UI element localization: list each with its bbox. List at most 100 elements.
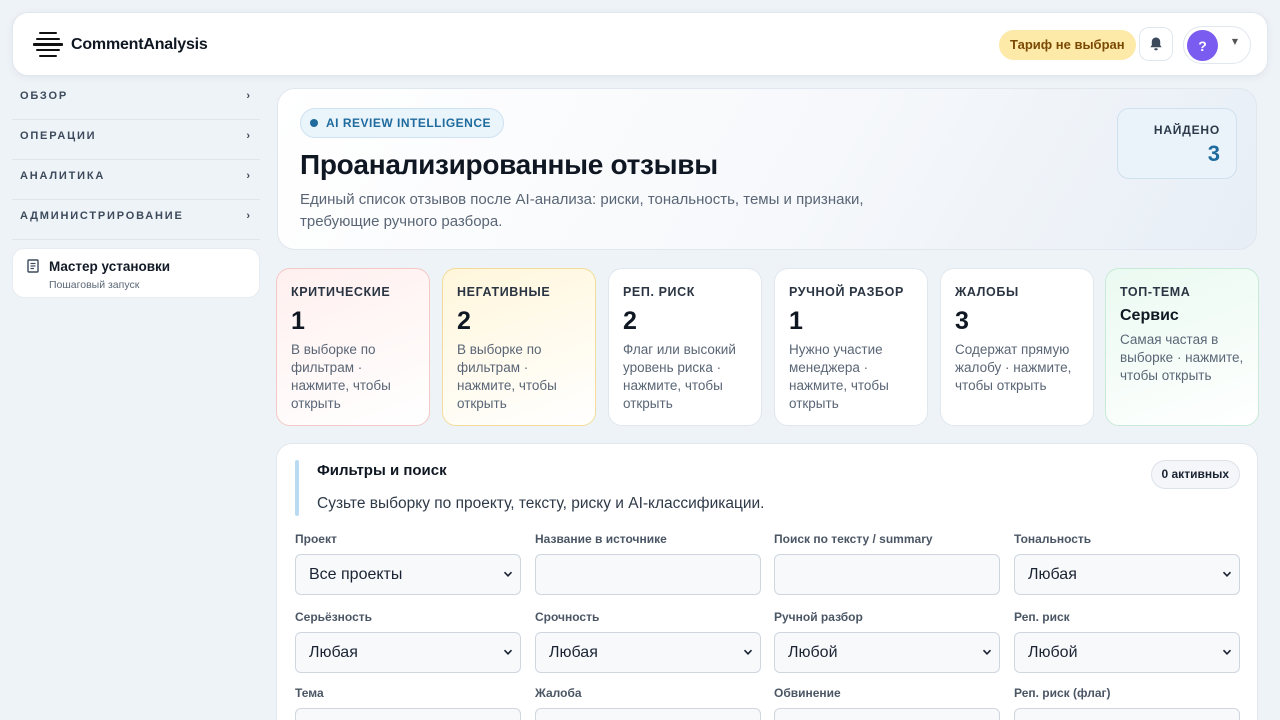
stat-card-label: РЕП. РИСК [623, 285, 695, 299]
complaint-filter: Жалоба [535, 686, 761, 720]
text-search-filter: Поиск по тексту / summary [774, 532, 1000, 595]
select-value: Любая [309, 644, 358, 661]
wizard-subtitle: Пошаговый запуск [49, 279, 140, 291]
field-label: Жалоба [535, 686, 582, 700]
select-value: Любой [788, 644, 838, 661]
stat-card-description: Нужно участие менеджера · нажмите, чтобы… [789, 342, 889, 411]
stat-card-top-theme[interactable]: ТОП-ТЕМА Сервис Самая частая в выборке ·… [1105, 268, 1259, 426]
accusation-filter: Обвинение [774, 686, 1000, 720]
select-value: Любая [1028, 566, 1077, 583]
stat-card-value: 2 [623, 307, 637, 335]
rep-risk-flag-select[interactable] [1014, 708, 1240, 720]
chevron-down-icon [982, 649, 992, 655]
source-name-input[interactable] [535, 554, 761, 595]
rep-risk-filter: Реп. риск Любой [1014, 610, 1240, 673]
stat-card-value: 1 [789, 307, 803, 335]
setup-wizard-link[interactable]: Мастер установки Пошаговый запуск [12, 248, 260, 298]
filters-subtitle: Сузьте выборку по проекту, тексту, риску… [317, 495, 765, 512]
filters-title: Фильтры и поиск [317, 462, 447, 479]
source-name-filter: Название в источнике [535, 532, 761, 595]
avatar: ? [1187, 30, 1218, 61]
sidebar-group-label: ОБЗОР [20, 90, 68, 102]
field-label: Ручной разбор [774, 610, 863, 624]
field-label: Поиск по тексту / summary [774, 532, 933, 546]
field-label: Название в источнике [535, 532, 667, 546]
book-icon [27, 259, 39, 273]
logo-icon [33, 30, 63, 60]
chevron-down-icon [1222, 649, 1232, 655]
manual-review-select[interactable]: Любой [774, 632, 1000, 673]
stat-card-description: Самая частая в выборке · нажмите, чтобы … [1120, 332, 1244, 383]
top-bar: CommentAnalysis Тариф не выбран ? ▼ [12, 12, 1268, 76]
complaint-select[interactable] [535, 708, 761, 720]
page-hero: AI REVIEW INTELLIGENCE Проанализированны… [277, 88, 1257, 250]
stat-card-description: Флаг или высокий уровень риска · нажмите… [623, 342, 736, 411]
field-label: Реп. риск (флаг) [1014, 686, 1111, 700]
stat-card-label: НЕГАТИВНЫЕ [457, 285, 551, 299]
stat-card-critical[interactable]: КРИТИЧЕСКИЕ 1 В выборке по фильтрам · на… [276, 268, 430, 426]
field-label: Проект [295, 532, 337, 546]
sidebar: ОБЗОР › ОПЕРАЦИИ › АНАЛИТИКА › АДМИНИСТР… [12, 80, 260, 298]
select-value: Все проекты [309, 566, 403, 583]
field-label: Тональность [1014, 532, 1092, 546]
severity-select[interactable]: Любая [295, 632, 521, 673]
sentiment-filter: Тональность Любая [1014, 532, 1240, 595]
page-description: Единый список отзывов после AI-анализа: … [300, 191, 864, 230]
text-search-input[interactable] [774, 554, 1000, 595]
sidebar-group-analytics[interactable]: АНАЛИТИКА › [12, 160, 260, 200]
theme-select[interactable] [295, 708, 521, 720]
wizard-title: Мастер установки [49, 259, 171, 274]
stat-card-manual-review[interactable]: РУЧНОЙ РАЗБОР 1 Нужно участие менеджера … [774, 268, 928, 426]
rep-risk-select[interactable]: Любой [1014, 632, 1240, 673]
chevron-down-icon: ▼ [1231, 37, 1238, 46]
found-value: 3 [1207, 141, 1220, 166]
chevron-down-icon [743, 649, 753, 655]
project-select[interactable]: Все проекты [295, 554, 521, 595]
sentiment-select[interactable]: Любая [1014, 554, 1240, 595]
field-label: Реп. риск [1014, 610, 1070, 624]
severity-filter: Серьёзность Любая [295, 610, 521, 673]
stat-card-label: ЖАЛОБЫ [955, 285, 1019, 299]
sidebar-group-label: ОПЕРАЦИИ [20, 130, 97, 142]
stat-card-description: В выборке по фильтрам · нажмите, чтобы о… [457, 342, 557, 411]
accusation-select[interactable] [774, 708, 1000, 720]
field-label: Срочность [535, 610, 600, 624]
eyebrow-text: AI REVIEW INTELLIGENCE [326, 116, 492, 130]
stat-card-complaints[interactable]: ЖАЛОБЫ 3 Содержат прямую жалобу · нажмит… [940, 268, 1094, 426]
sidebar-group-overview[interactable]: ОБЗОР › [12, 80, 260, 120]
plan-badge[interactable]: Тариф не выбран [999, 30, 1136, 60]
manual-review-filter: Ручной разбор Любой [774, 610, 1000, 673]
sidebar-group-label: АДМИНИСТРИРОВАНИЕ [20, 210, 184, 222]
chevron-right-icon: › [246, 210, 250, 222]
sidebar-group-administration[interactable]: АДМИНИСТРИРОВАНИЕ › [12, 200, 260, 240]
chevron-down-icon [1222, 571, 1232, 577]
sidebar-group-operations[interactable]: ОПЕРАЦИИ › [12, 120, 260, 160]
stat-cards: КРИТИЧЕСКИЕ 1 В выборке по фильтрам · на… [276, 268, 1259, 426]
stat-card-value: 1 [291, 307, 305, 335]
stat-card-value: 3 [955, 307, 969, 335]
chevron-right-icon: › [246, 130, 250, 142]
rep-risk-flag-filter: Реп. риск (флаг) [1014, 686, 1240, 720]
field-label: Обвинение [774, 686, 841, 700]
chevron-right-icon: › [246, 90, 250, 102]
found-counter: НАЙДЕНО 3 [1117, 108, 1237, 179]
sidebar-group-label: АНАЛИТИКА [20, 170, 106, 182]
stat-card-value: 2 [457, 307, 471, 335]
theme-filter: Тема [295, 686, 521, 720]
select-value: Любой [1028, 644, 1078, 661]
notifications-button[interactable] [1139, 27, 1173, 61]
stat-card-rep-risk[interactable]: РЕП. РИСК 2 Флаг или высокий уровень рис… [608, 268, 762, 426]
stat-card-value: Сервис [1120, 307, 1179, 324]
stat-card-negative[interactable]: НЕГАТИВНЫЕ 2 В выборке по фильтрам · наж… [442, 268, 596, 426]
dot-icon [310, 119, 318, 127]
bell-icon [1150, 37, 1162, 51]
field-label: Серьёзность [295, 610, 373, 624]
stat-card-description: Содержат прямую жалобу · нажмите, чтобы … [955, 342, 1072, 393]
app-logo[interactable]: CommentAnalysis [33, 30, 208, 60]
chevron-right-icon: › [246, 170, 250, 182]
project-filter: Проект Все проекты [295, 532, 521, 595]
user-menu-button[interactable]: ? ▼ [1183, 26, 1251, 64]
active-filters-badge[interactable]: 0 активных [1150, 460, 1240, 489]
chevron-down-icon [503, 571, 513, 577]
urgency-select[interactable]: Любая [535, 632, 761, 673]
